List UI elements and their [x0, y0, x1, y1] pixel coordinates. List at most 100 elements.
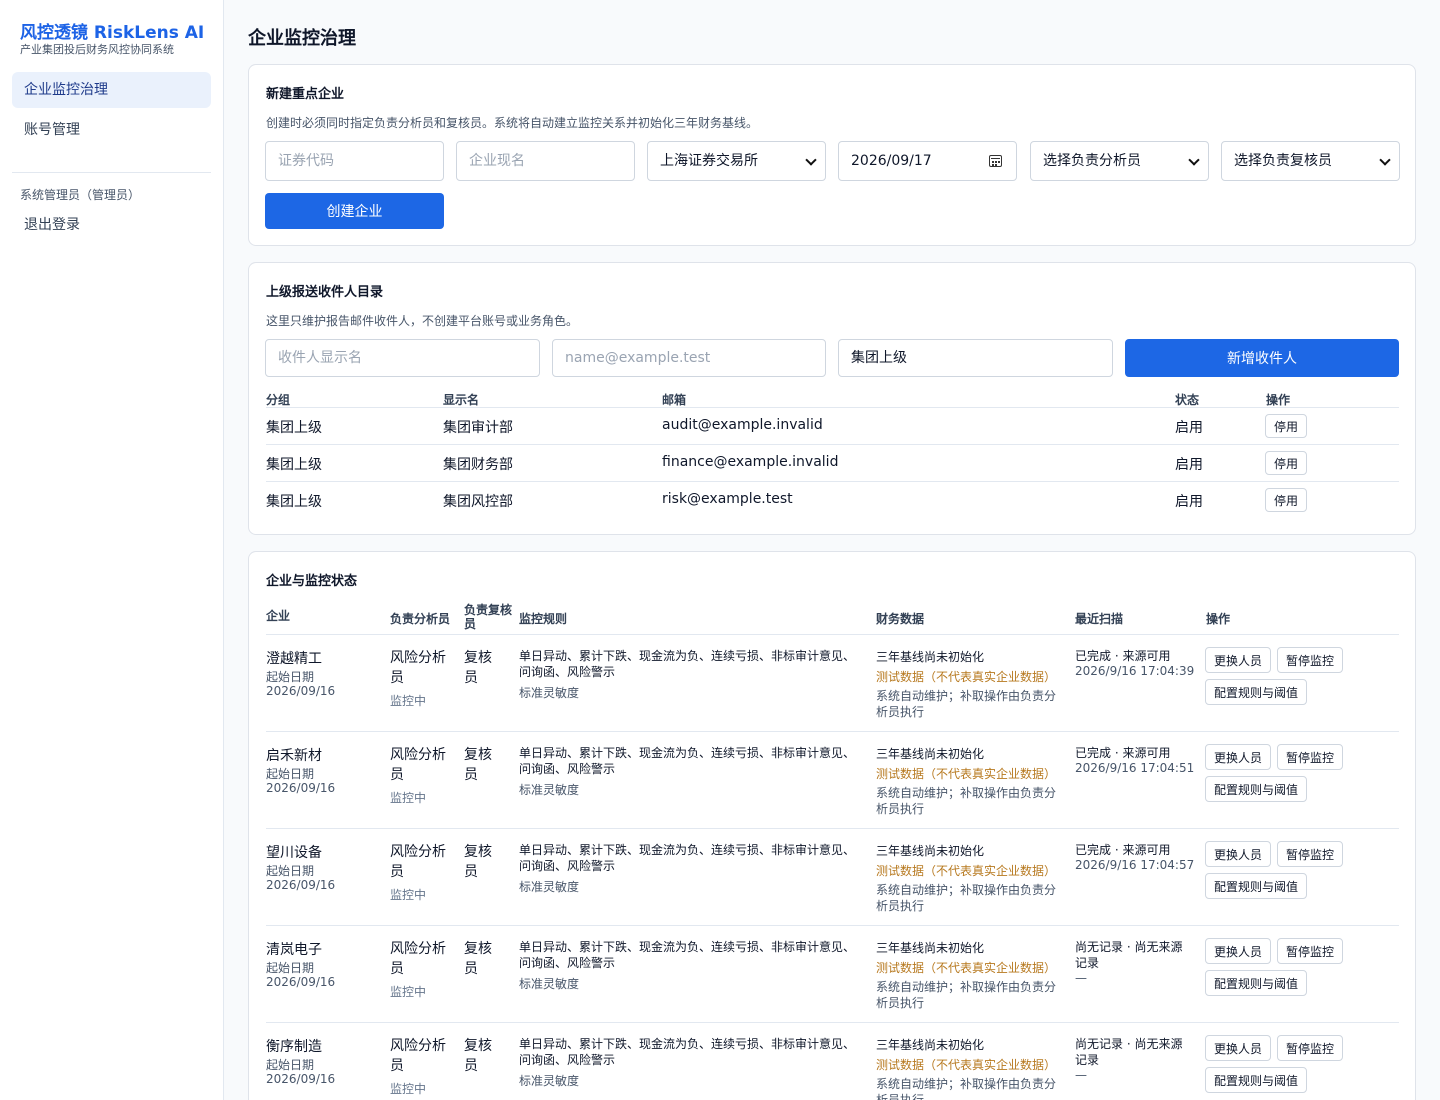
company-name[interactable]: 衡序制造 [266, 1036, 322, 1056]
scan-status: 尚无记录 · 尚无来源记录 [1075, 1037, 1183, 1067]
financial-data-note: 系统自动维护；补取操作由负责分析员执行 [876, 980, 1057, 1010]
brand-title: 风控透镜 RiskLens AI [20, 23, 205, 43]
scan-time: 2026/9/16 17:04:57 [1075, 858, 1195, 872]
recipient-directory-title: 上级报送收件人目录 [266, 285, 384, 300]
recipient-status: 启用 [1175, 457, 1203, 473]
col-header-rules: 监控规则 [519, 612, 568, 626]
divider [266, 634, 1399, 635]
divider [266, 828, 1399, 829]
change-staff-button[interactable]: 更换人员 [1205, 647, 1272, 673]
configure-rules-button[interactable]: 配置规则与阈值 [1205, 873, 1308, 899]
disable-recipient-button[interactable]: 停用 [1265, 414, 1308, 438]
scan-time: 2026/9/16 17:04:51 [1075, 761, 1195, 775]
financial-data-note: 系统自动维护；补取操作由负责分析员执行 [876, 883, 1057, 913]
monitoring-rules: 单日异动、累计下跌、现金流为负、连续亏损、非标审计意见、问询函、风险警示 [519, 843, 856, 873]
col-header-company: 企业 [266, 609, 291, 623]
test-data-warning: 测试数据（不代表真实企业数据） [876, 961, 1057, 975]
analyst-name: 风险分析员 [390, 844, 446, 880]
reviewer-name: 复核员 [464, 941, 492, 977]
scan-time: — [1075, 1068, 1087, 1082]
divider [266, 925, 1399, 926]
reviewer-select-value: 选择负责复核员 [1234, 153, 1332, 169]
scan-time: 2026/9/16 17:04:39 [1075, 664, 1195, 678]
start-date: 2026/09/16 [266, 684, 336, 698]
create-company-title: 新建重点企业 [266, 87, 345, 102]
analyst-name: 风险分析员 [390, 941, 446, 977]
analyst-name: 风险分析员 [390, 1038, 446, 1074]
monitoring-status: 监控中 [390, 1082, 427, 1096]
start-date-input[interactable]: 2026/09/17 [838, 141, 1017, 181]
table-row: 望川设备 起始日期 2026/09/16 风险分析员 监控中 复核员 单日异动、… [249, 828, 1415, 925]
create-company-card: 新建重点企业 创建时必须同时指定负责分析员和复核员。系统将自动建立监控关系并初始… [248, 64, 1416, 246]
financial-data-note: 系统自动维护；补取操作由负责分析员执行 [876, 689, 1057, 719]
company-name[interactable]: 澄越精工 [266, 648, 322, 668]
col-header-analyst: 负责分析员 [390, 612, 451, 626]
start-date: 2026/09/16 [266, 781, 336, 795]
analyst-name: 风险分析员 [390, 747, 446, 783]
company-name[interactable]: 清岚电子 [266, 939, 322, 959]
change-staff-button[interactable]: 更换人员 [1205, 1035, 1272, 1061]
table-row: 清岚电子 起始日期 2026/09/16 风险分析员 监控中 复核员 单日异动、… [249, 925, 1415, 1022]
analyst-select-value: 选择负责分析员 [1043, 153, 1141, 169]
configure-rules-button[interactable]: 配置规则与阈值 [1205, 679, 1308, 705]
pause-monitoring-button[interactable]: 暂停监控 [1277, 744, 1344, 770]
configure-rules-button[interactable]: 配置规则与阈值 [1205, 776, 1308, 802]
exchange-select[interactable]: 上海证券交易所 [647, 141, 826, 181]
company-name[interactable]: 望川设备 [266, 842, 322, 862]
start-date-label: 起始日期 [266, 767, 315, 781]
monitoring-status: 监控中 [390, 888, 427, 902]
recipient-group: 集团上级 [266, 457, 322, 473]
divider [266, 731, 1399, 732]
sensitivity-level: 标准灵敏度 [519, 977, 580, 991]
test-data-warning: 测试数据（不代表真实企业数据） [876, 767, 1057, 781]
create-company-button[interactable]: 创建企业 [265, 193, 444, 229]
recipient-directory-desc: 这里只维护报告邮件收件人，不创建平台账号或业务角色。 [266, 314, 579, 328]
pause-monitoring-button[interactable]: 暂停监控 [1277, 647, 1344, 673]
recipient-name-input[interactable]: 收件人显示名 [265, 339, 540, 377]
col-header-display-name: 显示名 [443, 393, 480, 407]
recipient-email-input[interactable]: name@example.test [552, 339, 826, 377]
change-staff-button[interactable]: 更换人员 [1205, 938, 1272, 964]
reviewer-select[interactable]: 选择负责复核员 [1221, 141, 1400, 181]
col-header-action: 操作 [1266, 393, 1291, 407]
change-staff-button[interactable]: 更换人员 [1205, 841, 1272, 867]
analyst-select[interactable]: 选择负责分析员 [1030, 141, 1209, 181]
start-date-label: 起始日期 [266, 670, 315, 684]
logout-link[interactable]: 退出登录 [12, 207, 211, 243]
disable-recipient-button[interactable]: 停用 [1265, 451, 1308, 475]
col-header-email: 邮箱 [662, 393, 687, 407]
sidebar-item-enterprise-monitoring[interactable]: 企业监控治理 [12, 72, 211, 108]
pause-monitoring-button[interactable]: 暂停监控 [1277, 841, 1344, 867]
col-header-reviewer: 负责复核员 [464, 603, 513, 631]
reviewer-name: 复核员 [464, 844, 492, 880]
change-staff-button[interactable]: 更换人员 [1205, 744, 1272, 770]
start-date-label: 起始日期 [266, 864, 315, 878]
configure-rules-button[interactable]: 配置规则与阈值 [1205, 1067, 1308, 1093]
monitoring-rules: 单日异动、累计下跌、现金流为负、连续亏损、非标审计意见、问询函、风险警示 [519, 940, 856, 970]
col-header-scan: 最近扫描 [1075, 612, 1124, 626]
sidebar-item-account-management[interactable]: 账号管理 [12, 112, 211, 148]
financial-baseline-status: 三年基线尚未初始化 [876, 1038, 985, 1052]
calendar-icon[interactable] [989, 155, 1002, 167]
create-company-desc: 创建时必须同时指定负责分析员和复核员。系统将自动建立监控关系并初始化三年财务基线… [266, 116, 759, 130]
disable-recipient-button[interactable]: 停用 [1265, 488, 1308, 512]
security-code-input[interactable]: 证券代码 [265, 141, 444, 181]
test-data-warning: 测试数据（不代表真实企业数据） [876, 670, 1057, 684]
recipient-group: 集团上级 [266, 420, 322, 436]
reviewer-name: 复核员 [464, 1038, 492, 1074]
recipient-name: 集团风控部 [443, 494, 513, 510]
pause-monitoring-button[interactable]: 暂停监控 [1277, 1035, 1344, 1061]
company-name-input[interactable]: 企业现名 [456, 141, 635, 181]
recipient-directory-card: 上级报送收件人目录 这里只维护报告邮件收件人，不创建平台账号或业务角色。 收件人… [248, 262, 1416, 535]
table-row: 澄越精工 起始日期 2026/09/16 风险分析员 监控中 复核员 单日异动、… [249, 634, 1415, 731]
company-name[interactable]: 启禾新材 [266, 745, 322, 765]
recipient-name: 集团审计部 [443, 420, 513, 436]
configure-rules-button[interactable]: 配置规则与阈值 [1205, 970, 1308, 996]
recipient-status: 启用 [1175, 420, 1203, 436]
sidebar-divider [12, 172, 211, 173]
col-header-actions: 操作 [1206, 612, 1231, 626]
pause-monitoring-button[interactable]: 暂停监控 [1277, 938, 1344, 964]
add-recipient-button[interactable]: 新增收件人 [1125, 339, 1399, 377]
company-monitoring-card: 企业与监控状态 企业 负责分析员 负责复核员 监控规则 财务数据 最近扫描 操作… [248, 551, 1416, 1100]
recipient-group-input[interactable]: 集团上级 [838, 339, 1113, 377]
